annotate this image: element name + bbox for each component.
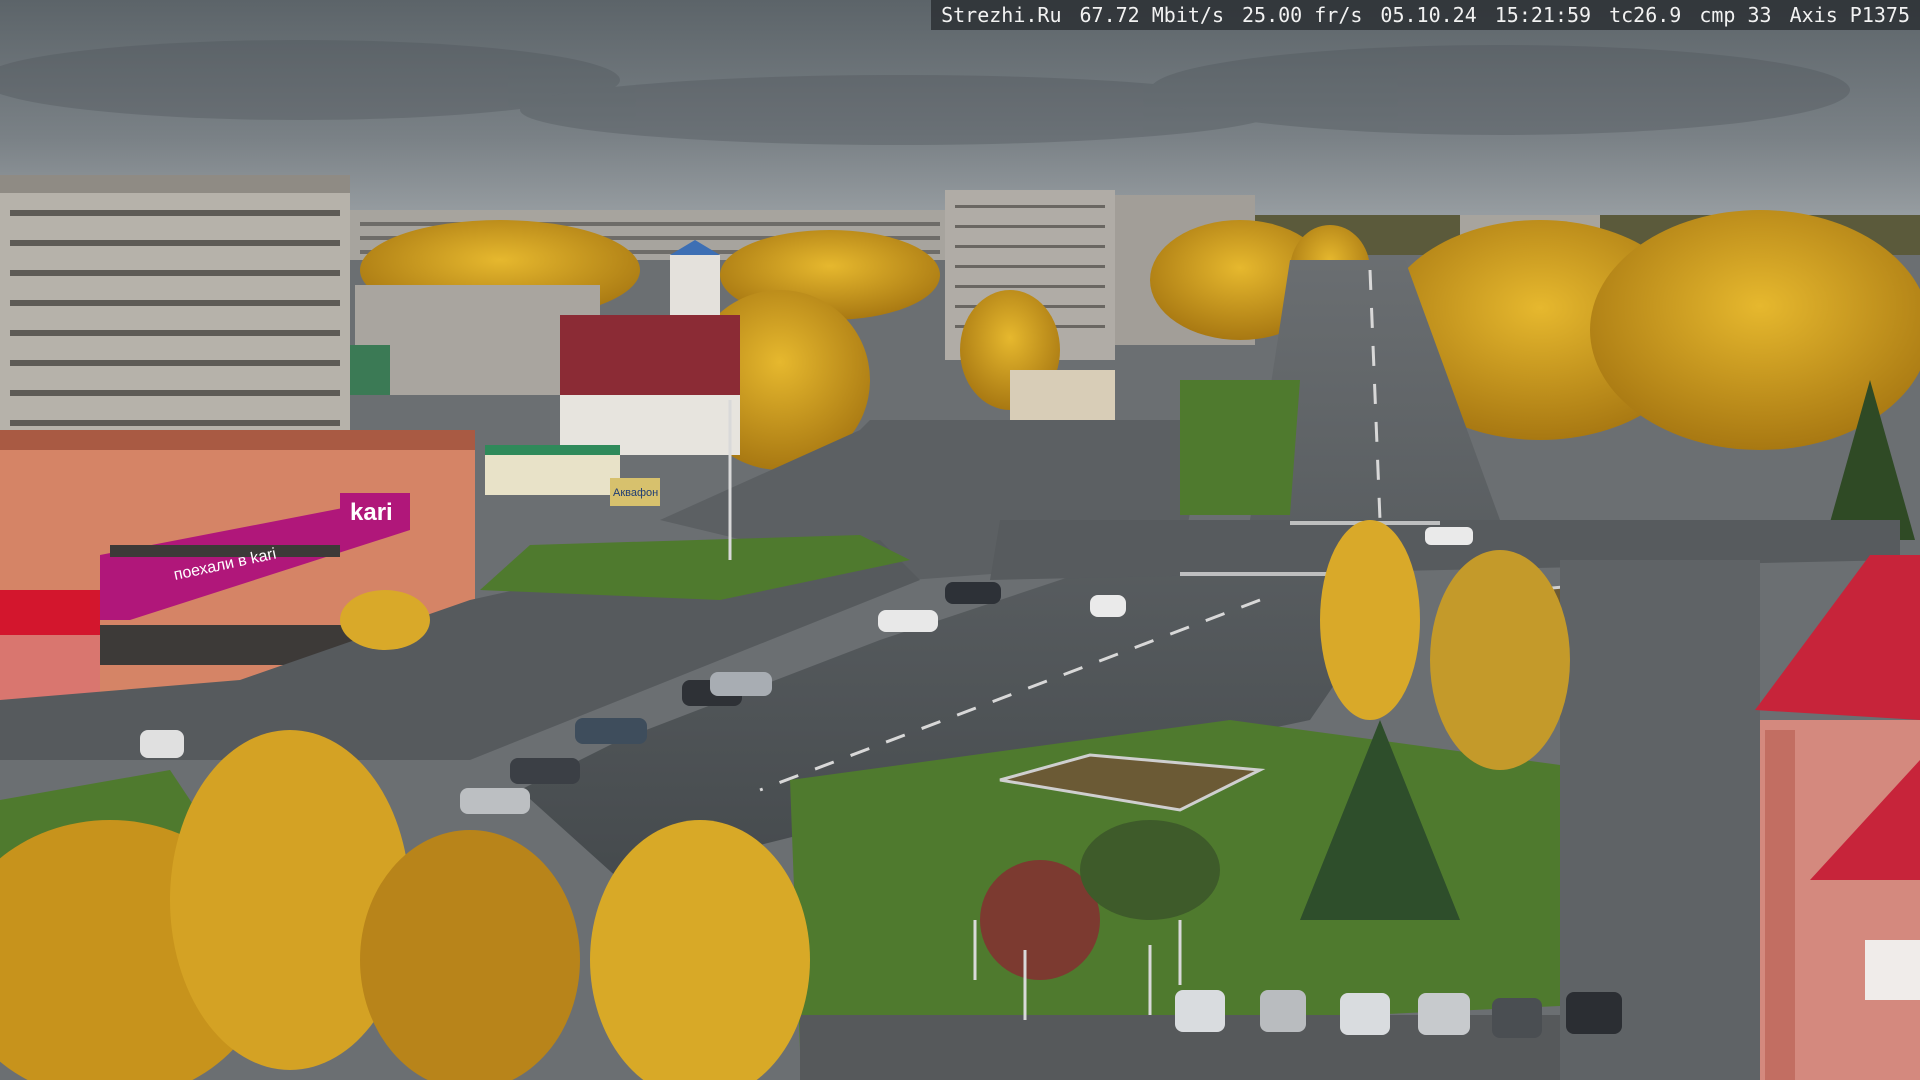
camera-info-overlay: Strezhi.Ru 67.72 Mbit/s 25.00 fr/s 05.10.24… <box>931 0 1920 30</box>
akvafon-sign: Аквафон <box>613 487 658 499</box>
webcam-scene: kari поехали в kari Аквафон <box>0 0 1920 1080</box>
cmp-label: cmp 33 <box>1699 3 1772 27</box>
kari-logo: kari <box>350 499 393 526</box>
bitrate-label: 67.72 Mbit/s <box>1079 3 1225 27</box>
tc-label: tc26.9 <box>1609 3 1682 27</box>
date-label: 05.10.24 <box>1380 3 1477 27</box>
framerate-label: 25.00 fr/s <box>1242 3 1363 27</box>
camera-model-label: Axis P1375 <box>1789 3 1910 27</box>
site-label: Strezhi.Ru <box>941 3 1062 27</box>
time-label: 15:21:59 <box>1494 3 1592 27</box>
right-building <box>1755 555 1920 1080</box>
